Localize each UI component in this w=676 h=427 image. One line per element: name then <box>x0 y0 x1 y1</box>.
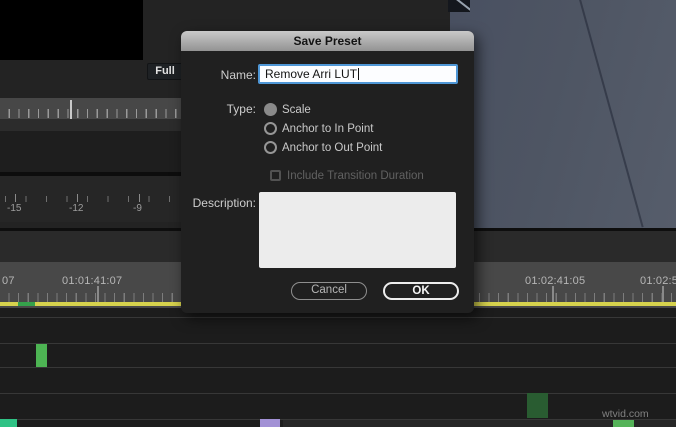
text-caret <box>358 68 360 80</box>
name-label: Name: <box>220 68 256 82</box>
type-label: Type: <box>226 102 256 116</box>
timecode-label: 01:01:41:07 <box>62 275 123 287</box>
audio-meter-panel: -15 -12 -9 <box>0 176 181 222</box>
save-preset-dialog: Save Preset Name: Remove Arri LUT Type: … <box>181 31 474 313</box>
ruler-major-tick <box>97 286 99 302</box>
track-divider <box>0 393 676 394</box>
video-corner-detail <box>448 0 470 12</box>
radio-option-label: Anchor to In Point <box>282 122 374 135</box>
radio-option-anchor-out[interactable]: Anchor to Out Point <box>264 139 383 155</box>
cancel-button[interactable]: Cancel <box>291 282 367 300</box>
meter-db-label: -15 <box>7 203 22 214</box>
playhead-tick <box>70 100 72 119</box>
timecode-label: 01:02:5 <box>640 275 676 287</box>
program-monitor-video <box>450 0 676 228</box>
include-transition-checkbox-row: Include Transition Duration <box>270 167 424 182</box>
panel-band <box>0 119 181 131</box>
timeline-tracks[interactable]: wtvid.com <box>0 308 676 427</box>
name-input[interactable]: Remove Arri LUT <box>258 64 458 84</box>
track-divider <box>0 317 676 318</box>
meter-ticks <box>5 196 170 202</box>
radio-unselected-icon[interactable] <box>264 122 277 136</box>
dialog-title[interactable]: Save Preset <box>181 31 474 51</box>
track-divider <box>0 367 676 368</box>
ruler-major-tick <box>662 286 664 302</box>
description-textarea[interactable] <box>259 192 456 268</box>
timeline-clip-green[interactable] <box>36 344 47 367</box>
checkbox-label: Include Transition Duration <box>287 169 424 182</box>
name-input-value: Remove Arri LUT <box>265 67 358 81</box>
meter-major-tick <box>15 194 16 202</box>
work-area-render-segment <box>18 302 35 306</box>
meter-db-label: -12 <box>69 203 84 214</box>
ruler-major-tick <box>552 286 554 302</box>
meter-major-tick <box>139 194 140 202</box>
meter-db-label: -9 <box>133 203 142 214</box>
radio-option-label: Scale <box>282 103 311 116</box>
timeline-clip-purple[interactable] <box>260 419 280 427</box>
premiere-workspace: Full -15 -12 -9 07 01:01:41:07 01:02:41:… <box>0 0 676 427</box>
meter-major-tick <box>77 194 78 202</box>
video-corner-stroke <box>451 0 470 11</box>
radio-option-label: Anchor to Out Point <box>282 141 383 154</box>
checkbox-icon-disabled <box>270 170 281 182</box>
ruler-ticks <box>0 109 181 118</box>
timeline-clip-small-green[interactable] <box>613 420 634 427</box>
radio-selected-icon[interactable] <box>264 103 277 117</box>
track-divider <box>0 343 676 344</box>
radio-option-anchor-in[interactable]: Anchor to In Point <box>264 120 374 136</box>
effect-controls-ruler[interactable] <box>0 98 181 119</box>
radio-option-scale[interactable]: Scale <box>264 101 311 117</box>
playback-resolution-button[interactable]: Full <box>147 63 183 80</box>
timecode-label: 07 <box>2 275 15 287</box>
panel-band <box>0 131 181 172</box>
timeline-clip-teal[interactable] <box>0 419 17 427</box>
watermark-text: wtvid.com <box>602 408 649 420</box>
timecode-label: 01:02:41:05 <box>525 275 586 287</box>
ok-button[interactable]: OK <box>383 282 459 300</box>
radio-unselected-icon[interactable] <box>264 141 277 155</box>
source-monitor-video <box>0 0 143 60</box>
description-label: Description: <box>192 196 256 210</box>
video-content-edge <box>578 0 644 228</box>
track-divider <box>0 419 676 420</box>
timeline-clip-dark-green[interactable] <box>527 393 548 418</box>
